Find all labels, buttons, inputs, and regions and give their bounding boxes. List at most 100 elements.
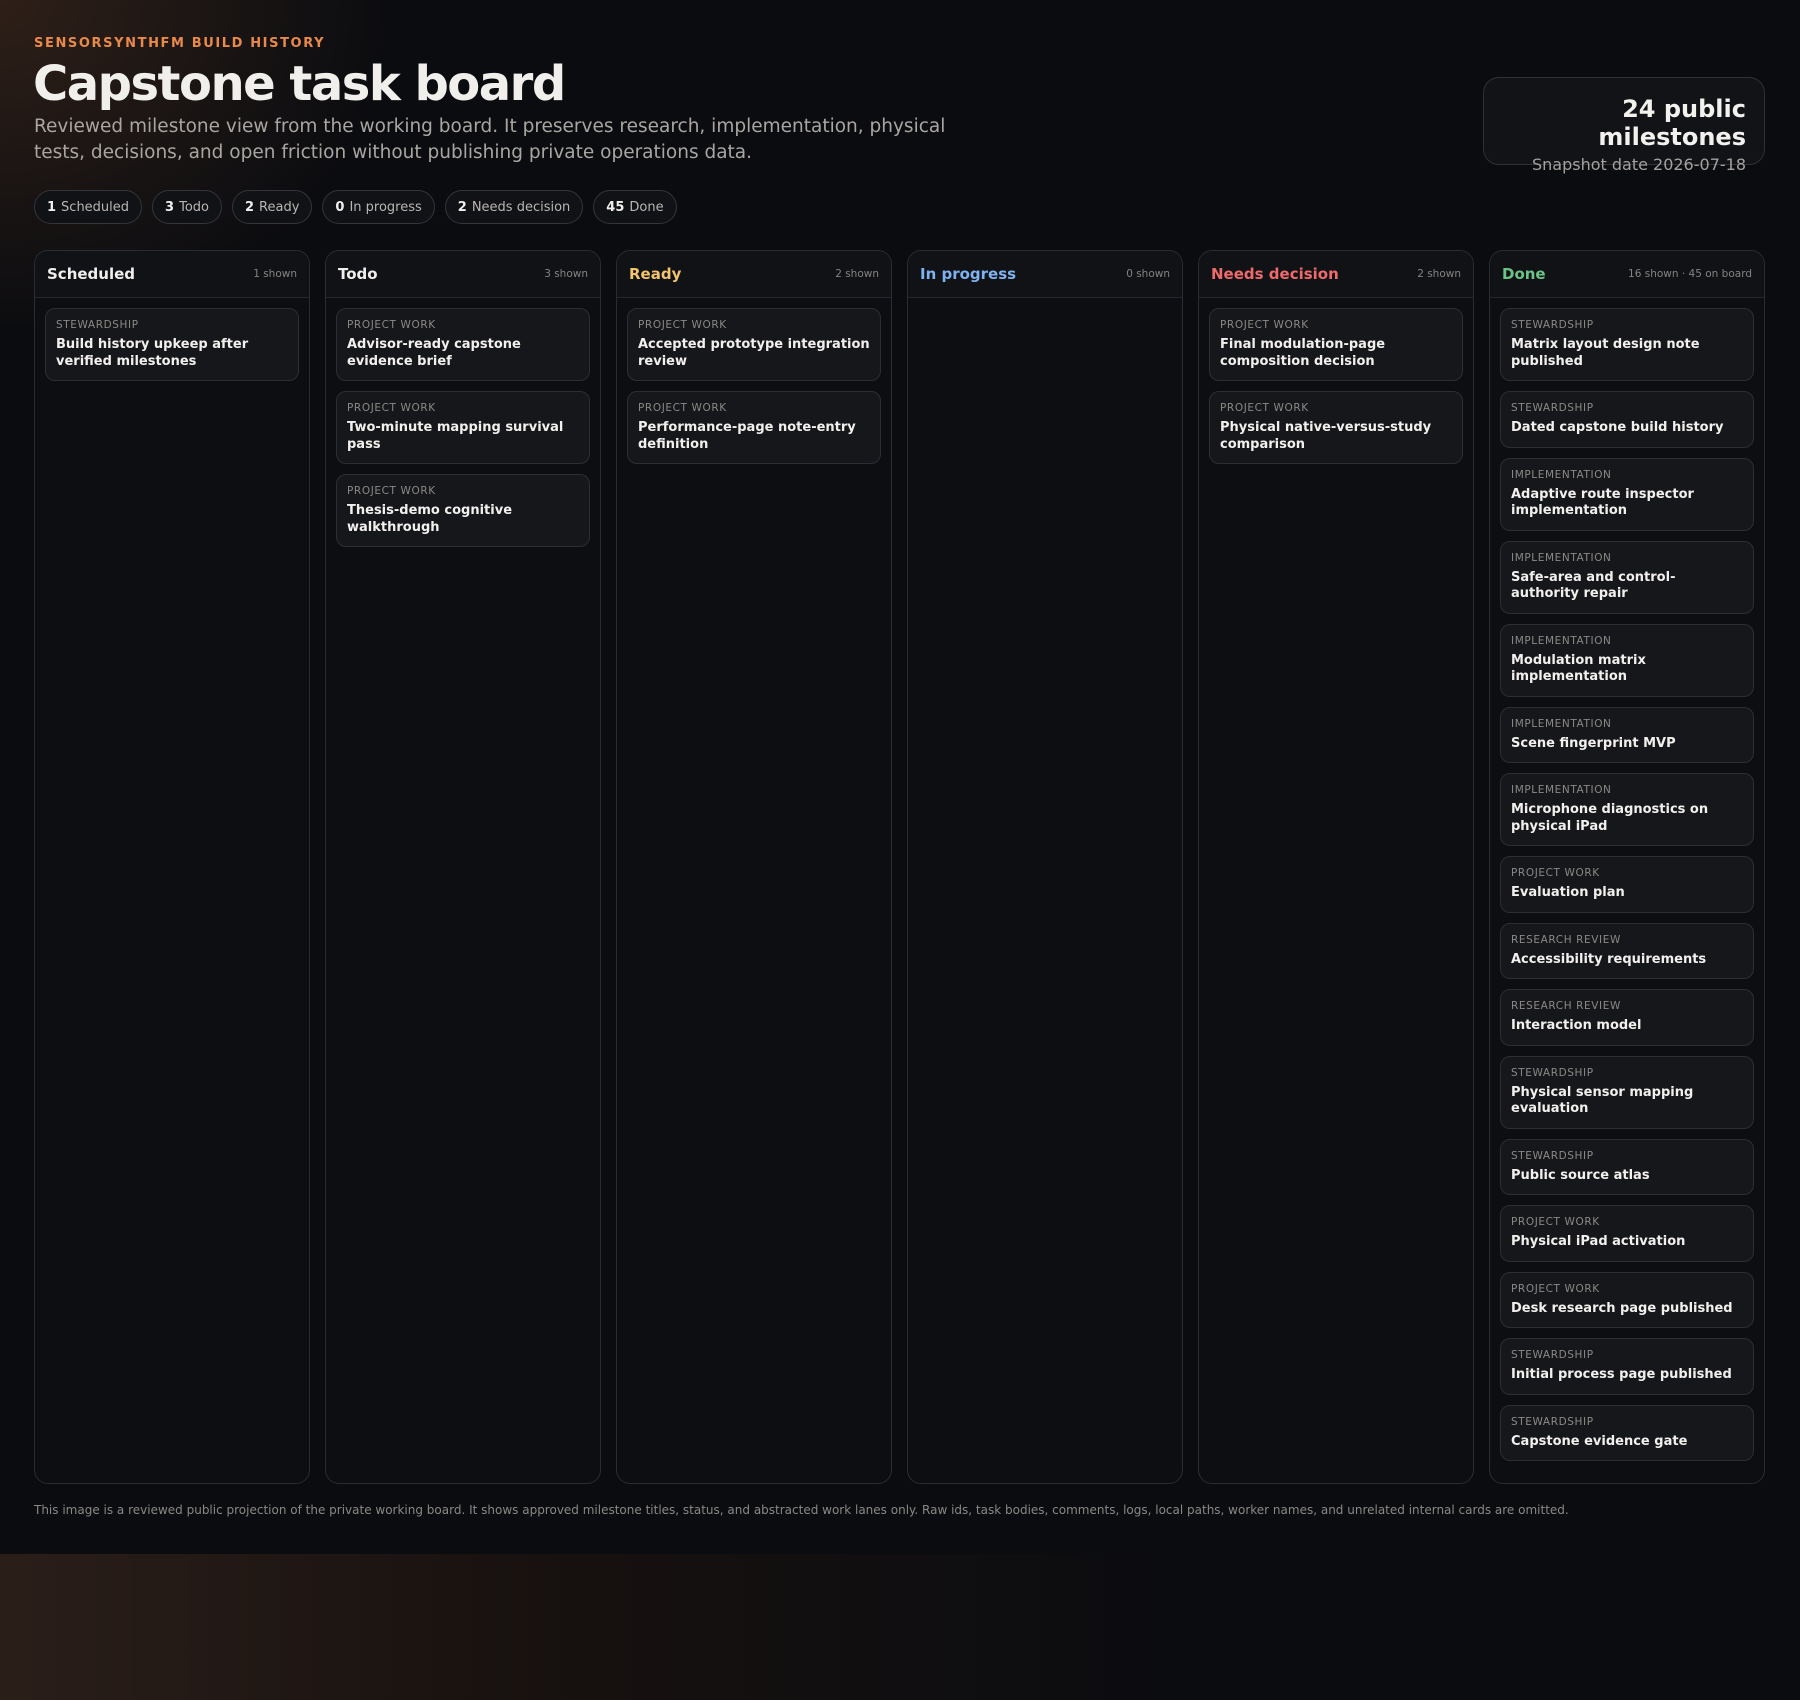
column-header: Todo 3 shown xyxy=(326,251,600,298)
column-title: Todo xyxy=(338,265,378,283)
column-ready: Ready 2 shown Project work Accepted prototy… xyxy=(616,250,892,1484)
card-lane-label: Project work xyxy=(638,402,727,414)
card-title: Public source atlas xyxy=(1511,1167,1650,1183)
task-card[interactable]: Project work Physical native-versus-study… xyxy=(1209,391,1463,464)
card-lane-label: Project work xyxy=(1220,319,1309,331)
task-card[interactable]: Project work Evaluation plan xyxy=(1500,856,1754,913)
snapshot-date: Snapshot date 2026-07-18 xyxy=(1531,155,1746,174)
card-lane-label: Implementation xyxy=(1511,634,1612,647)
task-card[interactable]: Project work Physical iPad activation xyxy=(1500,1205,1754,1262)
card-title: Physical iPad activation xyxy=(1511,1234,1686,1249)
column-title: Done xyxy=(1502,265,1546,283)
card-lane-label: Implementation xyxy=(1511,717,1612,730)
column-header: Scheduled 1 shown xyxy=(35,251,309,298)
status-chip-todo[interactable]: 3 Todo xyxy=(152,190,222,224)
task-card[interactable]: Implementation Scene fingerprint MVP xyxy=(1500,706,1754,763)
card-title: Capstone evidence gate xyxy=(1511,1433,1688,1449)
task-card[interactable]: Stewardship Public source atlas xyxy=(1500,1138,1754,1195)
card-title: Adaptive route inspector implementation xyxy=(1511,486,1694,519)
task-card[interactable]: Implementation Microphone diagnostics on … xyxy=(1500,773,1754,846)
chip-label: Todo xyxy=(179,199,209,215)
task-card[interactable]: Project work Two-minute mapping survival … xyxy=(336,391,590,464)
task-card[interactable]: Implementation Adaptive route inspector i… xyxy=(1500,457,1754,531)
card-title: Dated capstone build history xyxy=(1511,420,1724,435)
task-card[interactable]: Project work Thesis-demo cognitive walkth… xyxy=(336,474,590,547)
chip-count: 2 xyxy=(457,199,467,215)
milestone-summary-card: 24 public milestones Snapshot date 2026-… xyxy=(1483,77,1765,174)
card-title: Final modulation-page composition decisi… xyxy=(1220,337,1386,369)
card-lane-label: Project work xyxy=(1511,867,1600,879)
task-card[interactable]: Stewardship Matrix layout design note pub… xyxy=(1500,308,1754,381)
card-lane-label: Stewardship xyxy=(1511,1349,1594,1361)
status-chip-scheduled[interactable]: 1 Scheduled xyxy=(34,190,143,224)
card-lane-label: Project work xyxy=(347,319,436,331)
task-card[interactable]: Project work Performance-page note-entry … xyxy=(627,391,881,464)
card-title: Matrix layout design note published xyxy=(1511,337,1700,369)
card-lane-label: Stewardship xyxy=(1511,319,1594,331)
column-count: 2 shown xyxy=(835,268,879,280)
column-card-list: Project work Accepted prototype integrati… xyxy=(617,298,891,474)
card-lane-label: Project work xyxy=(347,402,436,414)
card-title: Performance-page note-entry definition xyxy=(638,420,856,452)
status-chip-bar: 1 Scheduled 3 Todo 2 Ready 0 In progress 2 Needs … xyxy=(34,190,677,224)
card-lane-label: Research review xyxy=(1511,933,1621,946)
chip-label: Scheduled xyxy=(61,199,130,215)
chip-label: Needs decision xyxy=(471,199,571,215)
card-title: Scene fingerprint MVP xyxy=(1511,735,1676,751)
card-lane-label: Implementation xyxy=(1511,551,1612,564)
card-lane-label: Stewardship xyxy=(56,319,139,331)
card-title: Interaction model xyxy=(1511,1018,1642,1033)
column-count: 0 shown xyxy=(1126,268,1170,280)
task-card[interactable]: Implementation Modulation matrix implemen… xyxy=(1500,623,1754,697)
task-card[interactable]: Stewardship Initial process page publishe… xyxy=(1500,1338,1754,1395)
status-chip-done[interactable]: 45 Done xyxy=(593,190,677,224)
column-card-list: Project work Final modulation-page compos… xyxy=(1199,298,1473,474)
card-title: Thesis-demo cognitive walkthrough xyxy=(347,503,513,535)
page-subtitle: Reviewed milestone view from the working… xyxy=(34,116,946,163)
column-card-list: Stewardship Matrix layout design note pub… xyxy=(1490,298,1764,1471)
chip-count: 1 xyxy=(47,199,57,215)
chip-count: 3 xyxy=(165,199,175,215)
task-card[interactable]: Stewardship Capstone evidence gate xyxy=(1500,1404,1754,1461)
task-card[interactable]: Stewardship Dated capstone build history xyxy=(1500,391,1754,448)
column-title: Scheduled xyxy=(47,265,136,283)
card-title: Desk research page published xyxy=(1511,1300,1733,1316)
task-card[interactable]: Research review Interaction model xyxy=(1500,989,1754,1046)
card-lane-label: Stewardship xyxy=(1511,402,1594,414)
task-card[interactable]: Stewardship Physical sensor mapping evalu… xyxy=(1500,1055,1754,1129)
task-card[interactable]: Research review Accessibility requirement… xyxy=(1500,922,1754,979)
column-title: In progress xyxy=(920,265,1017,283)
task-card[interactable]: Project work Advisor-ready capstone evide… xyxy=(336,308,590,381)
card-title: Two-minute mapping survival pass xyxy=(347,420,564,452)
status-chip-needs-decision[interactable]: 2 Needs decision xyxy=(444,190,584,224)
column-count: 16 shown · 45 on board xyxy=(1628,268,1752,280)
column-count: 1 shown xyxy=(253,268,297,280)
card-lane-label: Research review xyxy=(1511,1000,1621,1012)
card-lane-label: Project work xyxy=(1511,1282,1600,1295)
card-title: Safe-area and control-authority repair xyxy=(1511,569,1676,602)
card-title: Modulation matrix implementation xyxy=(1511,652,1646,685)
page-title: Capstone task board xyxy=(33,56,566,112)
task-card[interactable]: Project work Desk research page published xyxy=(1500,1271,1754,1328)
status-chip-in-progress[interactable]: 0 In progress xyxy=(322,190,435,224)
task-card[interactable]: Stewardship Build history upkeep after ve… xyxy=(45,308,299,381)
card-title: Advisor-ready capstone evidence brief xyxy=(347,337,521,369)
column-header: In progress 0 shown xyxy=(908,251,1182,298)
task-card[interactable]: Implementation Safe-area and control-auth… xyxy=(1500,540,1754,614)
task-board: Scheduled 1 shown Stewardship Build history… xyxy=(34,250,1766,1484)
column-header: Ready 2 shown xyxy=(617,251,891,298)
task-card[interactable]: Project work Accepted prototype integrati… xyxy=(627,308,881,381)
card-title: Physical native-versus-study comparison xyxy=(1220,420,1432,452)
task-card[interactable]: Project work Final modulation-page compos… xyxy=(1209,308,1463,381)
chip-count: 0 xyxy=(335,199,345,215)
card-title: Initial process page published xyxy=(1511,1367,1732,1382)
card-lane-label: Implementation xyxy=(1511,468,1612,481)
card-lane-label: Implementation xyxy=(1511,784,1612,796)
card-title: Accessibility requirements xyxy=(1511,951,1707,967)
column-title: Ready xyxy=(629,265,682,283)
card-lane-label: Project work xyxy=(1220,402,1309,414)
card-lane-label: Project work xyxy=(1511,1216,1600,1228)
column-count: 3 shown xyxy=(544,268,588,280)
card-lane-label: Stewardship xyxy=(1511,1066,1594,1079)
status-chip-ready[interactable]: 2 Ready xyxy=(232,190,313,224)
